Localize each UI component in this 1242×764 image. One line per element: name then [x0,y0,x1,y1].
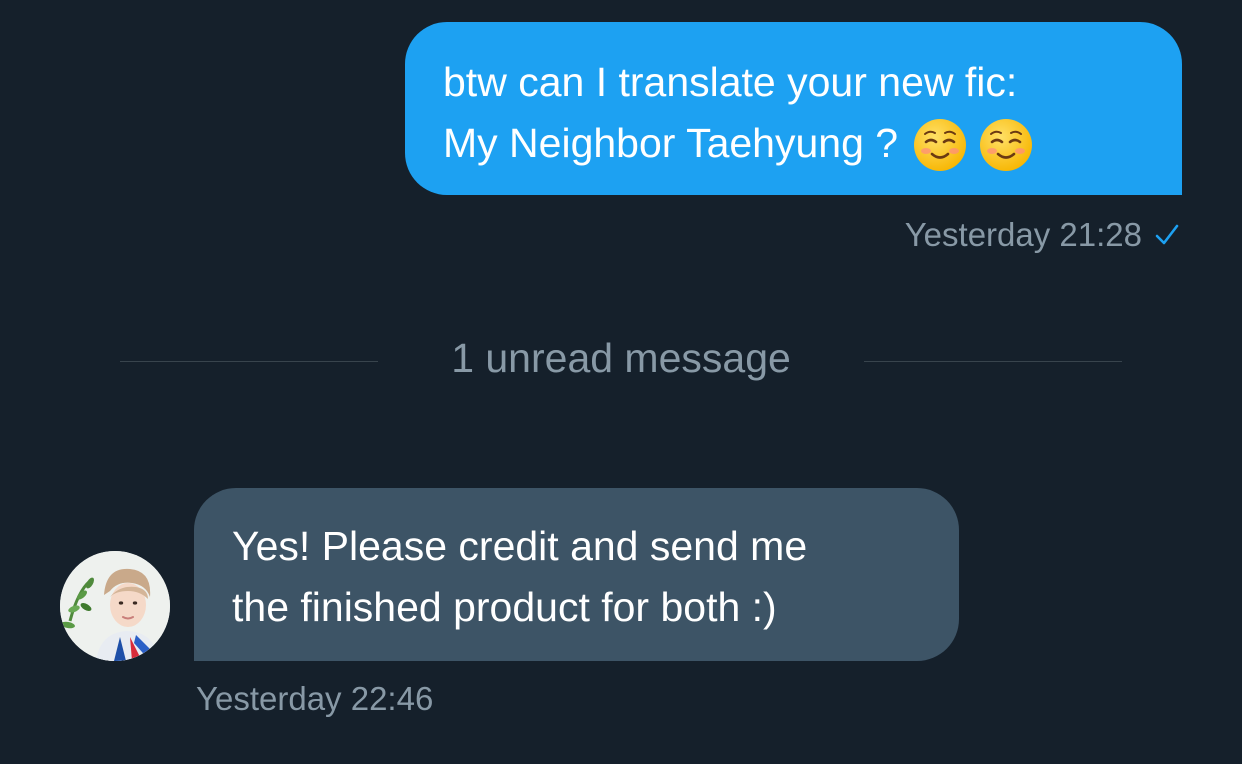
incoming-message-bubble[interactable]: Yes! Please credit and send me the finis… [194,488,959,661]
smiling-face-emoji-icon [980,118,1033,171]
avatar[interactable] [60,551,170,661]
unread-label: 1 unread message [451,335,791,381]
unread-divider: 1 unread message [120,330,1122,390]
incoming-timestamp: Yesterday 22:46 [196,680,434,717]
message-text-line: My Neighbor Taehyung ? [443,113,1146,177]
avatar-image [60,551,170,661]
divider-line [120,361,378,362]
outgoing-timestamp: Yesterday 21:28 [905,213,1180,257]
check-icon [1155,224,1179,245]
message-thread: btw can I translate your new fic: My Nei… [0,0,1242,764]
outgoing-message-bubble[interactable]: btw can I translate your new fic: My Nei… [405,22,1182,195]
emoji-group [912,116,1044,177]
message-text-line: Yes! Please credit and send me [232,523,808,569]
timestamp-text: Yesterday 21:28 [904,216,1142,253]
message-text-line: the finished product for both :) [232,584,777,630]
message-text-line: btw can I translate your new fic: [443,59,1018,105]
message-text-fragment: My Neighbor Taehyung ? [443,120,899,166]
smiling-face-emoji-icon [914,118,967,171]
divider-line [864,361,1122,362]
